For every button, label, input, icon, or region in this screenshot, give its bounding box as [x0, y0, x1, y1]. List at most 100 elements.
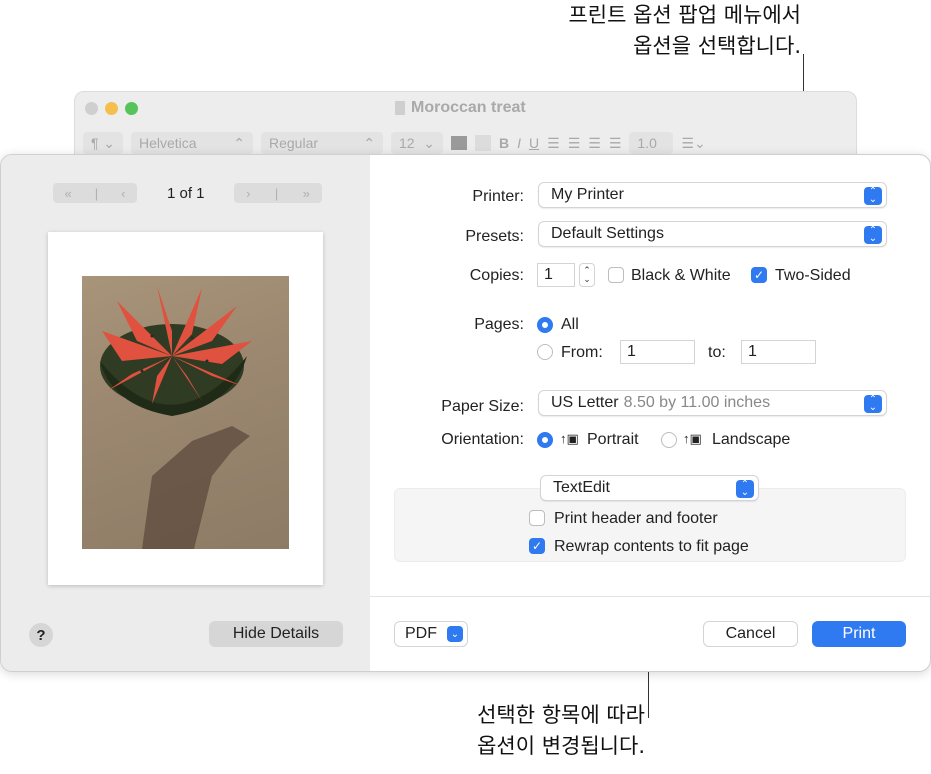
- format-toolbar: ¶ ⌄ Helvetica ⌃ Regular ⌃ 12 ⌄ B I U ☰ ☰ ☰ ☰…: [83, 132, 706, 154]
- cancel-button[interactable]: Cancel: [703, 621, 798, 647]
- landscape-icon: ↑▣: [683, 431, 702, 446]
- portrait-radio[interactable]: [537, 432, 553, 448]
- paper-size-popup[interactable]: US Letter 8.50 by 11.00 inches ⌃ ⌄: [538, 390, 887, 416]
- callout-top: 프린트 옵션 팝업 메뉴에서 옵션을 선택합니다.: [401, 0, 801, 62]
- minimize-window-button: [105, 102, 118, 115]
- copies-stepper[interactable]: ⌃ ⌄: [579, 263, 595, 287]
- font-style-popup: Regular ⌃: [261, 132, 383, 154]
- pdf-label: PDF: [405, 625, 437, 642]
- chevron-down-icon: ⌄: [423, 134, 435, 151]
- line-spacing-label: 1.0: [637, 135, 657, 151]
- to-page-field[interactable]: 1: [741, 340, 816, 364]
- portrait-label: Portrait: [587, 431, 639, 448]
- align-right-icon: ☰: [588, 134, 601, 151]
- pages-all-radio[interactable]: [537, 317, 553, 333]
- print-dialog: « | ‹ 1 of 1 › | » ? Hide Details Printe…: [0, 154, 931, 672]
- paper-size-detail: 8.50 by 11.00 inches: [623, 394, 771, 411]
- updown-arrows-icon: ⌃ ⌄: [864, 395, 882, 413]
- help-button[interactable]: ?: [29, 623, 53, 647]
- orientation-label: Orientation:: [441, 431, 524, 448]
- preview-pane: « | ‹ 1 of 1 › | » ? Hide Details: [1, 155, 370, 671]
- callout-bottom: 선택한 항목에 따라 옵션이 변경됩니다.: [445, 700, 645, 762]
- zoom-window-button: [125, 102, 138, 115]
- first-page-icon[interactable]: «: [65, 186, 72, 201]
- app-options-value: TextEdit: [553, 479, 610, 496]
- updown-arrows-icon: ⌃ ⌄: [864, 226, 882, 244]
- chevron-down-icon: ⌄: [583, 274, 591, 284]
- pages-label: Pages:: [474, 316, 524, 333]
- paragraph-style-popup: ¶ ⌄: [83, 132, 123, 154]
- list-icon: ☰⌄: [681, 134, 706, 151]
- window-title-text: Moroccan treat: [411, 99, 526, 116]
- page-forward-controls: › | »: [234, 183, 322, 203]
- landscape-radio[interactable]: [661, 432, 677, 448]
- pdf-menu-button[interactable]: PDF ⌄: [394, 621, 468, 647]
- pages-from-radio[interactable]: [537, 344, 553, 360]
- rewrap-label: Rewrap contents to fit page: [554, 538, 749, 555]
- next-page-icon[interactable]: ›: [246, 186, 250, 201]
- callout-top-line1: 프린트 옵션 팝업 메뉴에서: [568, 3, 801, 27]
- underline-icon: U: [529, 135, 540, 151]
- updown-icon: ⌃: [233, 134, 245, 151]
- two-sided-checkbox[interactable]: ✓: [751, 267, 767, 283]
- text-color-swatch: [451, 136, 467, 150]
- black-white-label: Black & White: [631, 267, 731, 284]
- callout-top-line2: 옵션을 선택합니다.: [633, 34, 801, 58]
- copies-field[interactable]: 1: [537, 263, 575, 287]
- document-icon: [395, 101, 405, 115]
- from-page-field[interactable]: 1: [620, 340, 695, 364]
- divider: |: [94, 185, 99, 201]
- align-left-icon: ☰: [547, 134, 560, 151]
- page-preview: [48, 232, 323, 585]
- print-options-pane: Printer: My Printer ⌃ ⌄ Presets: Default …: [370, 155, 930, 671]
- font-size-label: 12: [399, 135, 415, 151]
- align-center-icon: ☰: [567, 134, 581, 151]
- printer-value: My Printer: [551, 186, 624, 203]
- rewrap-checkbox[interactable]: ✓: [529, 538, 545, 554]
- black-white-checkbox[interactable]: [608, 267, 624, 283]
- justify-icon: ☰: [608, 134, 622, 151]
- pages-from-label: From:: [561, 344, 603, 361]
- print-button[interactable]: Print: [812, 621, 906, 647]
- header-footer-label: Print header and footer: [554, 510, 718, 527]
- paper-size-value: US Letter: [551, 394, 619, 411]
- callout-bottom-line1: 선택한 항목에 따라: [477, 703, 645, 727]
- copies-label: Copies:: [469, 267, 524, 284]
- printer-popup[interactable]: My Printer ⌃ ⌄: [538, 182, 887, 208]
- chevron-down-icon: ⌄: [447, 626, 463, 642]
- pages-all-label: All: [561, 316, 579, 333]
- previous-page-icon[interactable]: ‹: [121, 186, 125, 201]
- to-label: to:: [708, 344, 726, 361]
- highlight-color-swatch: [475, 135, 491, 151]
- last-page-icon[interactable]: »: [303, 186, 310, 201]
- watermelon-illustration: [100, 286, 252, 549]
- paper-size-label: Paper Size:: [441, 398, 524, 415]
- italic-icon: I: [517, 135, 522, 151]
- printer-label: Printer:: [472, 188, 524, 205]
- portrait-icon: ↑▣: [560, 431, 579, 446]
- header-footer-checkbox[interactable]: [529, 510, 545, 526]
- landscape-label: Landscape: [712, 431, 791, 448]
- hide-details-button[interactable]: Hide Details: [209, 621, 343, 647]
- bold-icon: B: [499, 135, 510, 151]
- presets-value: Default Settings: [551, 225, 664, 242]
- font-family-popup: Helvetica ⌃: [131, 132, 253, 154]
- updown-arrows-icon: ⌃ ⌄: [864, 187, 882, 205]
- footer-divider: [370, 596, 930, 597]
- two-sided-label: Two-Sided: [775, 267, 851, 284]
- page-back-controls: « | ‹: [53, 183, 137, 203]
- app-options-popup[interactable]: TextEdit ⌃ ⌄: [540, 475, 759, 501]
- font-style-label: Regular: [269, 135, 319, 151]
- chevron-down-icon: ⌄: [103, 134, 115, 151]
- divider: |: [274, 185, 279, 201]
- line-spacing-popup: 1.0: [629, 132, 674, 154]
- updown-arrows-icon: ⌃ ⌄: [736, 480, 754, 498]
- window-title: Moroccan treat: [395, 99, 526, 117]
- watermelon-photo: [82, 276, 289, 549]
- font-family-label: Helvetica: [139, 135, 197, 151]
- font-size-popup: 12 ⌄: [391, 132, 443, 154]
- page-count: 1 of 1: [167, 185, 205, 202]
- presets-popup[interactable]: Default Settings ⌃ ⌄: [538, 221, 887, 247]
- updown-icon: ⌃: [363, 134, 375, 151]
- close-window-button: [85, 102, 98, 115]
